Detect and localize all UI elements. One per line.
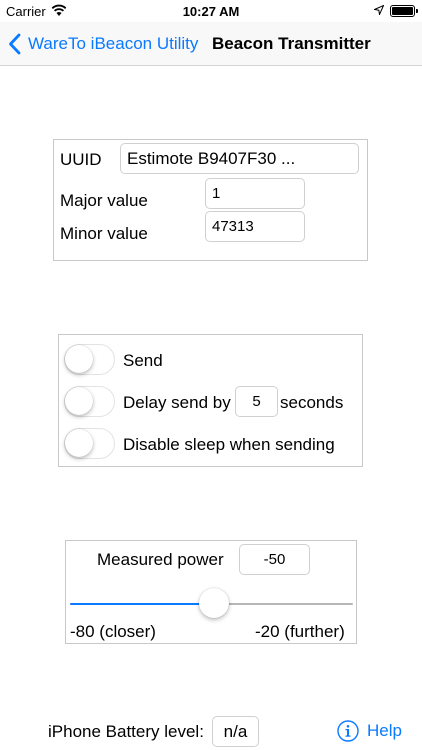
send-label: Send: [123, 351, 163, 370]
send-toggle[interactable]: [64, 344, 115, 375]
minor-value: 47313: [212, 218, 254, 235]
minor-value-label: Minor value: [60, 224, 148, 243]
battery-level-field: n/a: [212, 716, 259, 747]
measured-power-label: Measured power: [97, 550, 224, 569]
slider-fill: [70, 603, 212, 605]
uuid-field[interactable]: Estimote B9407F30 ...: [120, 143, 359, 174]
page-title: Beacon Transmitter: [212, 34, 371, 53]
help-button[interactable]: Help: [337, 720, 402, 742]
delay-seconds-field[interactable]: 5: [235, 386, 278, 417]
chevron-left-icon: [9, 33, 21, 55]
disable-sleep-toggle[interactable]: [64, 428, 115, 459]
delay-unit-label: seconds: [280, 393, 344, 412]
status-bar: Carrier 10:27 AM: [0, 0, 422, 22]
help-label: Help: [367, 721, 402, 740]
battery-icon: [390, 5, 415, 17]
uuid-value: Estimote B9407F30 ...: [127, 148, 296, 168]
major-value-field[interactable]: 1: [205, 178, 305, 209]
measured-power-field[interactable]: -50: [239, 544, 310, 575]
major-value: 1: [212, 185, 221, 202]
delay-send-label: Delay send by: [123, 393, 231, 412]
battery-level-label: iPhone Battery level:: [48, 722, 204, 741]
info-icon: [337, 720, 359, 742]
location-arrow-icon: [374, 5, 384, 15]
minor-value-field[interactable]: 47313: [205, 211, 305, 242]
back-button-label: WareTo iBeacon Utility: [28, 34, 199, 53]
measured-power-slider-thumb[interactable]: [198, 588, 229, 618]
measured-power-value: -50: [263, 551, 286, 568]
battery-tip: [416, 9, 418, 13]
major-value-label: Major value: [60, 191, 148, 210]
navigation-bar: WareTo iBeacon Utility Beacon Transmitte…: [0, 22, 422, 66]
disable-sleep-label: Disable sleep when sending: [123, 435, 335, 454]
slider-max-label: -20 (further): [255, 622, 345, 641]
uuid-label: UUID: [60, 150, 102, 169]
battery-level-value: n/a: [223, 721, 248, 741]
status-time: 10:27 AM: [182, 4, 240, 19]
back-button[interactable]: WareTo iBeacon Utility: [8, 32, 198, 56]
delay-seconds-value: 5: [252, 393, 261, 410]
slider-min-label: -80 (closer): [70, 622, 156, 641]
delay-send-toggle[interactable]: [64, 386, 115, 417]
